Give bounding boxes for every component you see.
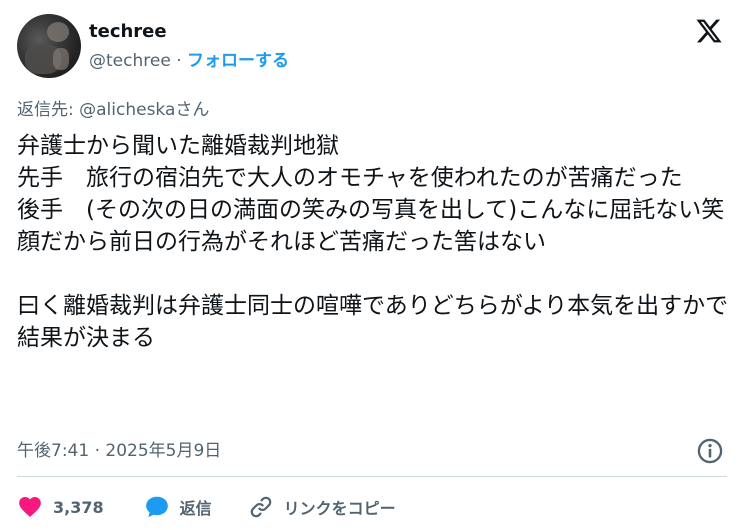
copy-link-label: リンクをコピー: [283, 499, 396, 518]
user-handle[interactable]: @techree: [89, 51, 171, 71]
separator-dot: ·: [176, 51, 182, 71]
action-bar: 3,378 返信 リンクをコピー: [17, 492, 396, 522]
link-icon: [250, 496, 271, 518]
like-count: 3,378: [53, 497, 104, 517]
info-icon[interactable]: [696, 437, 724, 465]
tweet-timestamp[interactable]: 午後7:41 · 2025年5月9日: [17, 439, 221, 463]
heart-icon: [19, 497, 41, 517]
copy-link-button[interactable]: リンクをコピー: [248, 492, 396, 522]
like-button[interactable]: 3,378: [17, 492, 104, 522]
reply-button[interactable]: 返信: [144, 492, 212, 522]
display-name[interactable]: techree: [89, 21, 167, 43]
tweet-text: 弁護士から聞いた離婚裁判地獄 先手 旅行の宿泊先で大人のオモチャを使われたのが苦…: [17, 133, 729, 351]
reply-to-line: 返信先: @alicheskaさん: [17, 100, 210, 120]
handle-row: @techree · フォローする: [89, 50, 289, 72]
divider: [17, 476, 727, 477]
reply-label: 返信: [179, 499, 212, 518]
avatar[interactable]: [17, 14, 81, 78]
reply-bubble-icon: [145, 496, 168, 518]
avatar-shape: [47, 22, 69, 42]
avatar-shape: [53, 48, 69, 70]
follow-button[interactable]: フォローする: [187, 51, 289, 71]
x-logo-icon[interactable]: [694, 17, 724, 45]
